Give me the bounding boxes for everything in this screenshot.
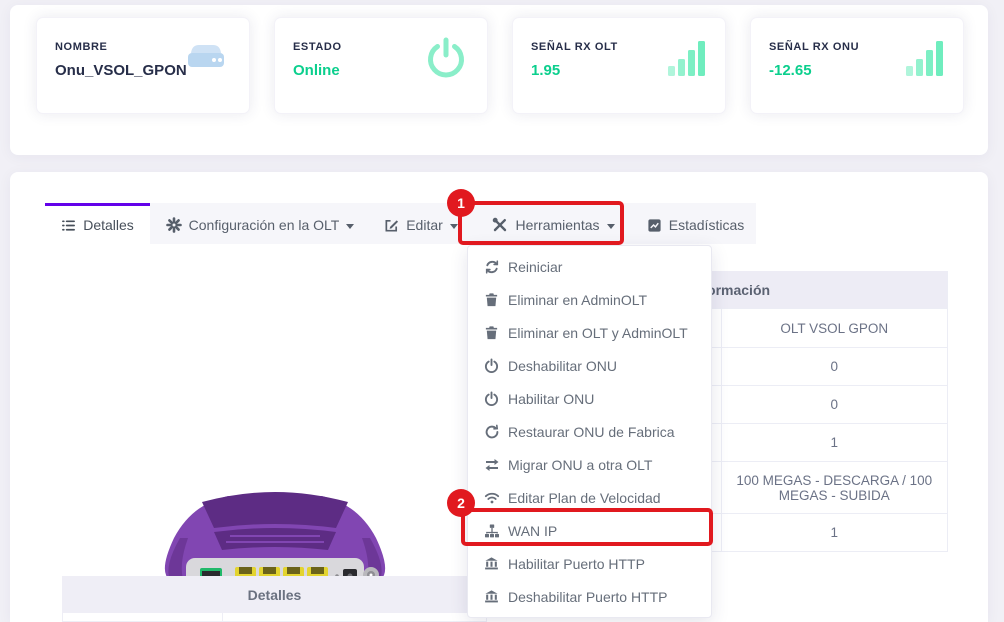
table-cell: 0 xyxy=(830,397,838,412)
details-table: Detalles xyxy=(62,576,487,622)
table-row xyxy=(62,613,487,622)
menu-item-label: Habilitar ONU xyxy=(508,390,595,407)
menu-item-label: Eliminar en AdminOLT xyxy=(508,291,648,308)
menu-item-reiniciar[interactable]: Reiniciar xyxy=(468,250,711,283)
tab-label: Detalles xyxy=(83,217,134,233)
signal-bars-icon xyxy=(906,40,943,76)
list-icon xyxy=(61,218,76,233)
stats-panel: NOMBRE Onu_VSOL_GPON ESTADO Online SEÑAL… xyxy=(10,5,988,155)
annotation-box-herramientas xyxy=(458,201,624,245)
gear-icon xyxy=(165,217,182,233)
menu-item-label: Migrar ONU a otra OLT xyxy=(508,456,653,473)
power-icon xyxy=(483,358,500,373)
tab-detalles[interactable]: Detalles xyxy=(45,203,150,244)
annotation-box-wan-ip xyxy=(461,508,713,546)
menu-item-deshabilitar-onu[interactable]: Deshabilitar ONU xyxy=(468,349,711,382)
table-cell: 0 xyxy=(830,359,838,374)
tab-label: Configuración en la OLT xyxy=(188,217,340,233)
edit-icon xyxy=(384,218,399,233)
menu-item-label: Deshabilitar ONU xyxy=(508,357,617,374)
menu-item-habilitar-onu[interactable]: Habilitar ONU xyxy=(468,382,711,415)
menu-item-label: Habilitar Puerto HTTP xyxy=(508,555,645,572)
chart-icon xyxy=(647,218,662,233)
annotation-badge-1: 1 xyxy=(447,189,475,217)
rotate-icon xyxy=(483,424,500,440)
menu-item-label: Reiniciar xyxy=(508,258,563,275)
table-cell: 1 xyxy=(830,435,838,450)
tab-configuracion-olt[interactable]: Configuración en la OLT xyxy=(150,203,370,244)
tab-label: Estadísticas xyxy=(668,217,745,233)
power-icon xyxy=(483,391,500,406)
menu-item-deshabilitar-puerto-http[interactable]: Deshabilitar Puerto HTTP xyxy=(468,580,711,613)
bank-icon xyxy=(483,556,500,571)
wifi-icon xyxy=(483,490,500,506)
stat-card-senal-rx-olt: SEÑAL RX OLT 1.95 xyxy=(512,17,726,114)
power-icon xyxy=(425,36,467,78)
stat-card-senal-rx-onu: SEÑAL RX ONU -12.65 xyxy=(750,17,964,114)
tab-bar: Detalles Configuración en la OLT Editar … xyxy=(45,203,756,244)
annotation-badge-2: 2 xyxy=(447,489,475,517)
router-icon xyxy=(183,40,229,74)
trash-icon xyxy=(483,292,500,307)
herramientas-dropdown-menu: Reiniciar Eliminar en AdminOLT Eliminar … xyxy=(467,245,712,618)
onu-detail-page: NOMBRE Onu_VSOL_GPON ESTADO Online SEÑAL… xyxy=(0,0,1004,622)
menu-item-habilitar-puerto-http[interactable]: Habilitar Puerto HTTP xyxy=(468,547,711,580)
menu-item-label: Restaurar ONU de Fabrica xyxy=(508,423,675,440)
stat-card-estado: ESTADO Online xyxy=(274,17,488,114)
chevron-down-icon xyxy=(346,223,355,229)
table-cell: 100 MEGAS - DESCARGA / 100 MEGAS - SUBID… xyxy=(736,472,933,503)
bank-icon xyxy=(483,589,500,604)
signal-bars-icon xyxy=(668,40,705,76)
menu-item-migrar-onu[interactable]: Migrar ONU a otra OLT xyxy=(468,448,711,481)
menu-item-label: Deshabilitar Puerto HTTP xyxy=(508,588,668,605)
chevron-down-icon xyxy=(449,223,458,229)
tab-estadisticas[interactable]: Estadísticas xyxy=(635,203,756,244)
menu-item-label: Editar Plan de Velocidad xyxy=(508,489,661,506)
menu-item-eliminar-olt-adminolt[interactable]: Eliminar en OLT y AdminOLT xyxy=(468,316,711,349)
tab-label: Editar xyxy=(406,217,443,233)
menu-item-restaurar-fabrica[interactable]: Restaurar ONU de Fabrica xyxy=(468,415,711,448)
details-table-title: Detalles xyxy=(62,576,487,613)
trash-icon xyxy=(483,325,500,340)
menu-item-eliminar-adminolt[interactable]: Eliminar en AdminOLT xyxy=(468,283,711,316)
stat-card-nombre: NOMBRE Onu_VSOL_GPON xyxy=(36,17,250,114)
table-cell: OLT VSOL GPON xyxy=(780,320,889,336)
exchange-icon xyxy=(483,457,500,473)
table-cell: 1 xyxy=(830,525,838,540)
menu-item-label: Eliminar en OLT y AdminOLT xyxy=(508,324,688,341)
sync-icon xyxy=(483,259,500,275)
